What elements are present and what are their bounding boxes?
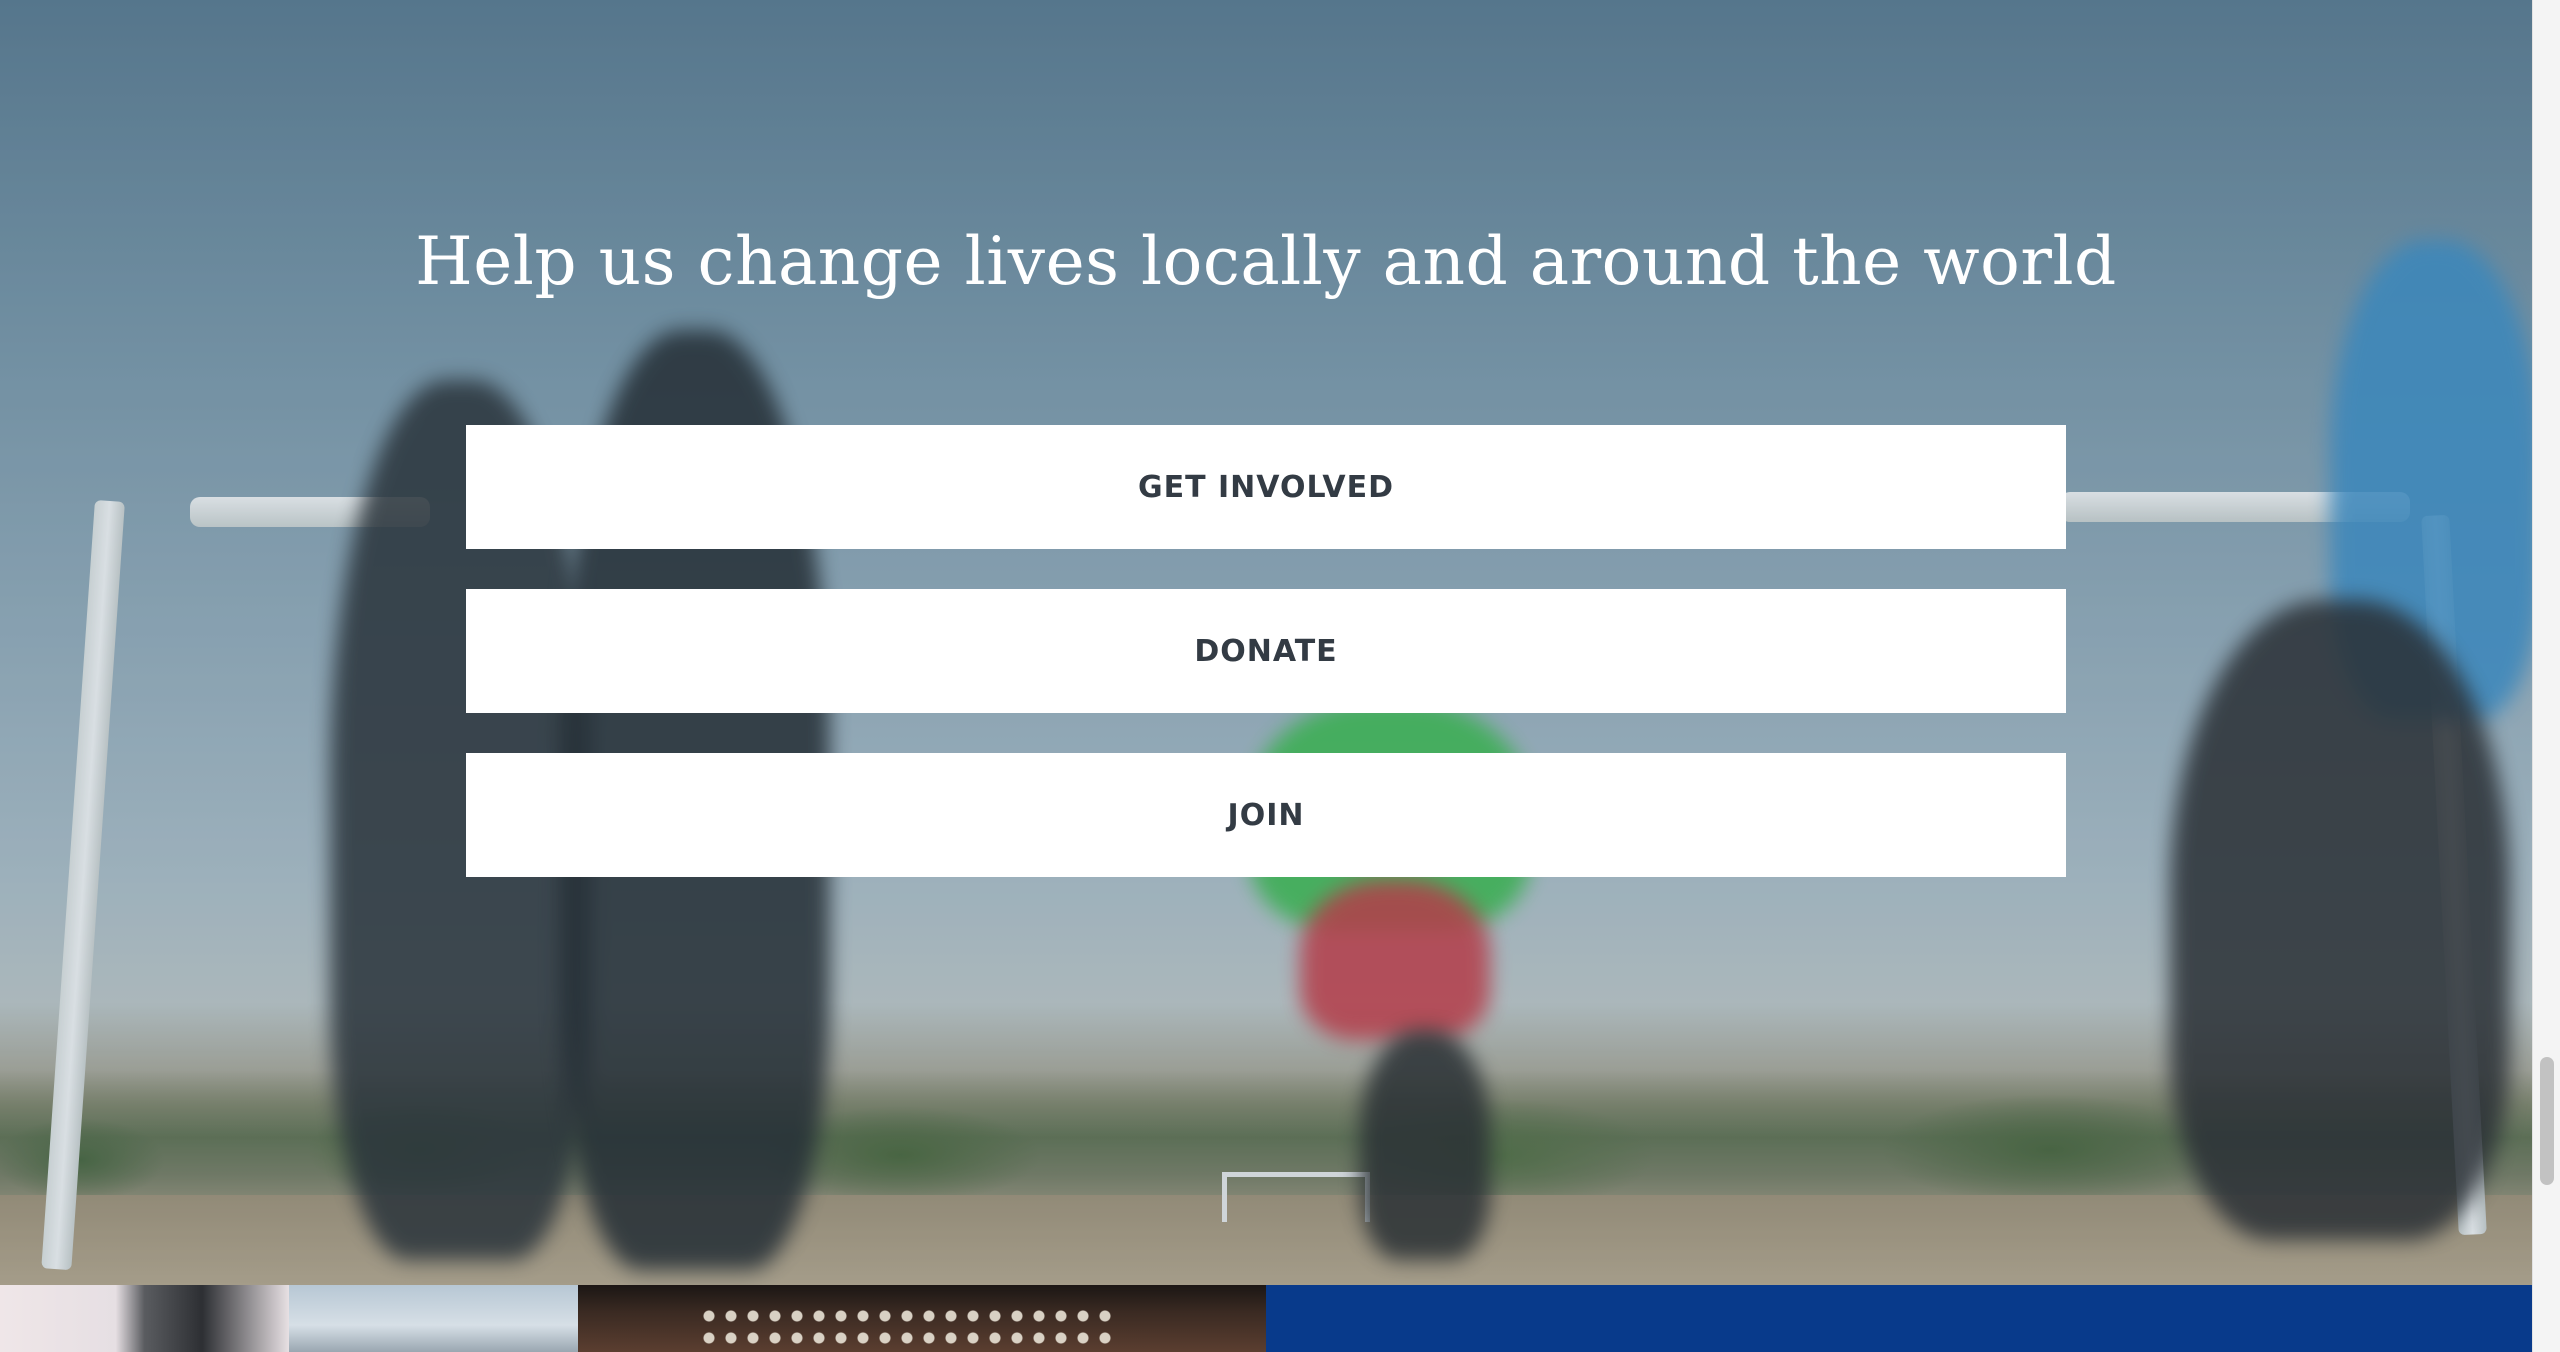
- photo-tile-historical-group[interactable]: [0, 1285, 289, 1352]
- hero-headline: Help us change lives locally and around …: [415, 223, 2117, 300]
- photo-tile-sky[interactable]: [289, 1285, 578, 1352]
- scrollbar-thumb[interactable]: [2540, 1057, 2554, 1185]
- bottom-tile-strip: [0, 1285, 2532, 1352]
- donate-button[interactable]: DONATE: [466, 589, 2066, 713]
- photo-tile-portrait[interactable]: [578, 1285, 1266, 1352]
- blue-tile[interactable]: [1266, 1285, 2532, 1352]
- get-involved-button[interactable]: GET INVOLVED: [466, 425, 2066, 549]
- page-scrollbar[interactable]: [2532, 0, 2560, 1352]
- page: Help us change lives locally and around …: [0, 0, 2560, 1352]
- join-button[interactable]: JOIN: [466, 753, 2066, 877]
- face-paint-dots: [698, 1305, 1118, 1352]
